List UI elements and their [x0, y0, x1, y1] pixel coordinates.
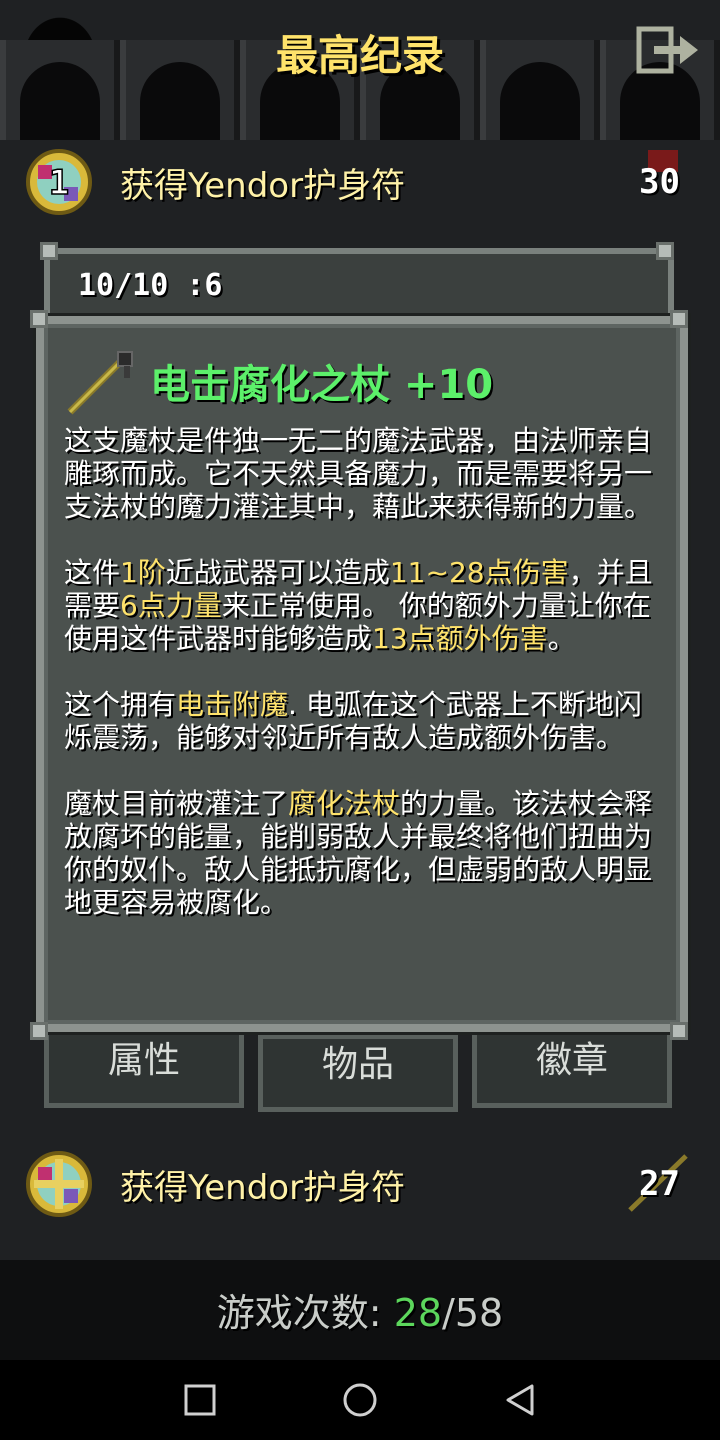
highlight-text: 腐化法杖 — [288, 787, 401, 820]
record-label: 获得Yendor护身符 — [120, 165, 406, 206]
window-corner — [670, 1022, 688, 1040]
record-score: 30 — [639, 162, 680, 202]
tab-badges[interactable]: 徽章 — [472, 1030, 672, 1108]
record-row[interactable]: 1 获得Yendor护身符 30 — [0, 134, 720, 230]
description-paragraph: 这个拥有电击附魔. 电弧在这个武器上不断地闪烁震荡，能够对邻近所有敌人造成额外伤… — [64, 688, 664, 754]
item-description: 这支魔杖是件独一无二的魔法武器，由法师亲自雕琢而成。它不天然具备魔力，而是需要将… — [64, 424, 664, 952]
description-text: 。 — [547, 622, 576, 655]
window-corner — [30, 310, 48, 328]
home-icon[interactable] — [338, 1378, 382, 1422]
record-row[interactable]: 获得Yendor护身符 27 — [0, 1136, 720, 1232]
window-corner — [670, 310, 688, 328]
amulet-medal-icon: 1 — [26, 149, 92, 215]
description-paragraph: 这支魔杖是件独一无二的魔法武器，由法师亲自雕琢而成。它不天然具备魔力，而是需要将… — [64, 424, 664, 523]
amulet-medal-icon — [26, 1151, 92, 1217]
description-paragraph: 这件1阶近战武器可以造成11~28点伤害，并且需要6点力量来正常使用。 你的额外… — [64, 556, 664, 655]
description-text: 近战武器可以造成 — [165, 556, 390, 589]
window-corner — [656, 242, 674, 260]
games-separator: / — [442, 1291, 455, 1335]
staff-icon — [67, 351, 133, 415]
description-text: 这支魔杖是件独一无二的魔法武器，由法师亲自雕琢而成。它不天然具备魔力，而是需要将… — [64, 424, 653, 523]
bag-header: 10/10 :6 — [78, 268, 223, 303]
games-total: 58 — [454, 1291, 504, 1335]
highlight-text: 13点额外伤害 — [372, 622, 548, 655]
recents-icon[interactable] — [178, 1378, 222, 1422]
back-icon[interactable] — [498, 1378, 542, 1422]
games-played: 游戏次数: 28/58 — [0, 1282, 720, 1337]
highlight-text: 电击附魔 — [176, 688, 289, 721]
window-corner — [30, 1022, 48, 1040]
item-name: 电击腐化之杖 +10 — [150, 362, 494, 408]
record-score: 27 — [639, 1164, 680, 1204]
highlight-text: 6点力量 — [120, 589, 222, 622]
tab-items[interactable]: 物品 — [258, 1034, 458, 1112]
highlight-text: 1阶 — [120, 556, 166, 589]
medal-rank: 1 — [49, 163, 69, 203]
games-current: 28 — [393, 1291, 443, 1335]
highlight-text: 11~28点伤害 — [389, 556, 569, 589]
tab-stats[interactable]: 属性 — [44, 1030, 244, 1108]
description-text: 这件 — [64, 556, 121, 589]
games-label: 游戏次数: — [216, 1291, 382, 1335]
description-text: 这个拥有 — [64, 688, 177, 721]
system-navbar — [0, 1360, 720, 1440]
window-corner — [40, 242, 58, 260]
description-paragraph: 魔杖目前被灌注了腐化法杖的力量。该法杖会释放腐坏的能量，能削弱敌人并最终将他们扭… — [64, 787, 664, 919]
page-title: 最高纪录 — [275, 31, 444, 80]
tab-bar: 属性 物品 徽章 — [44, 1030, 674, 1112]
exit-icon[interactable] — [636, 26, 702, 74]
record-label: 获得Yendor护身符 — [120, 1167, 406, 1208]
description-text: 魔杖目前被灌注了 — [64, 787, 289, 820]
